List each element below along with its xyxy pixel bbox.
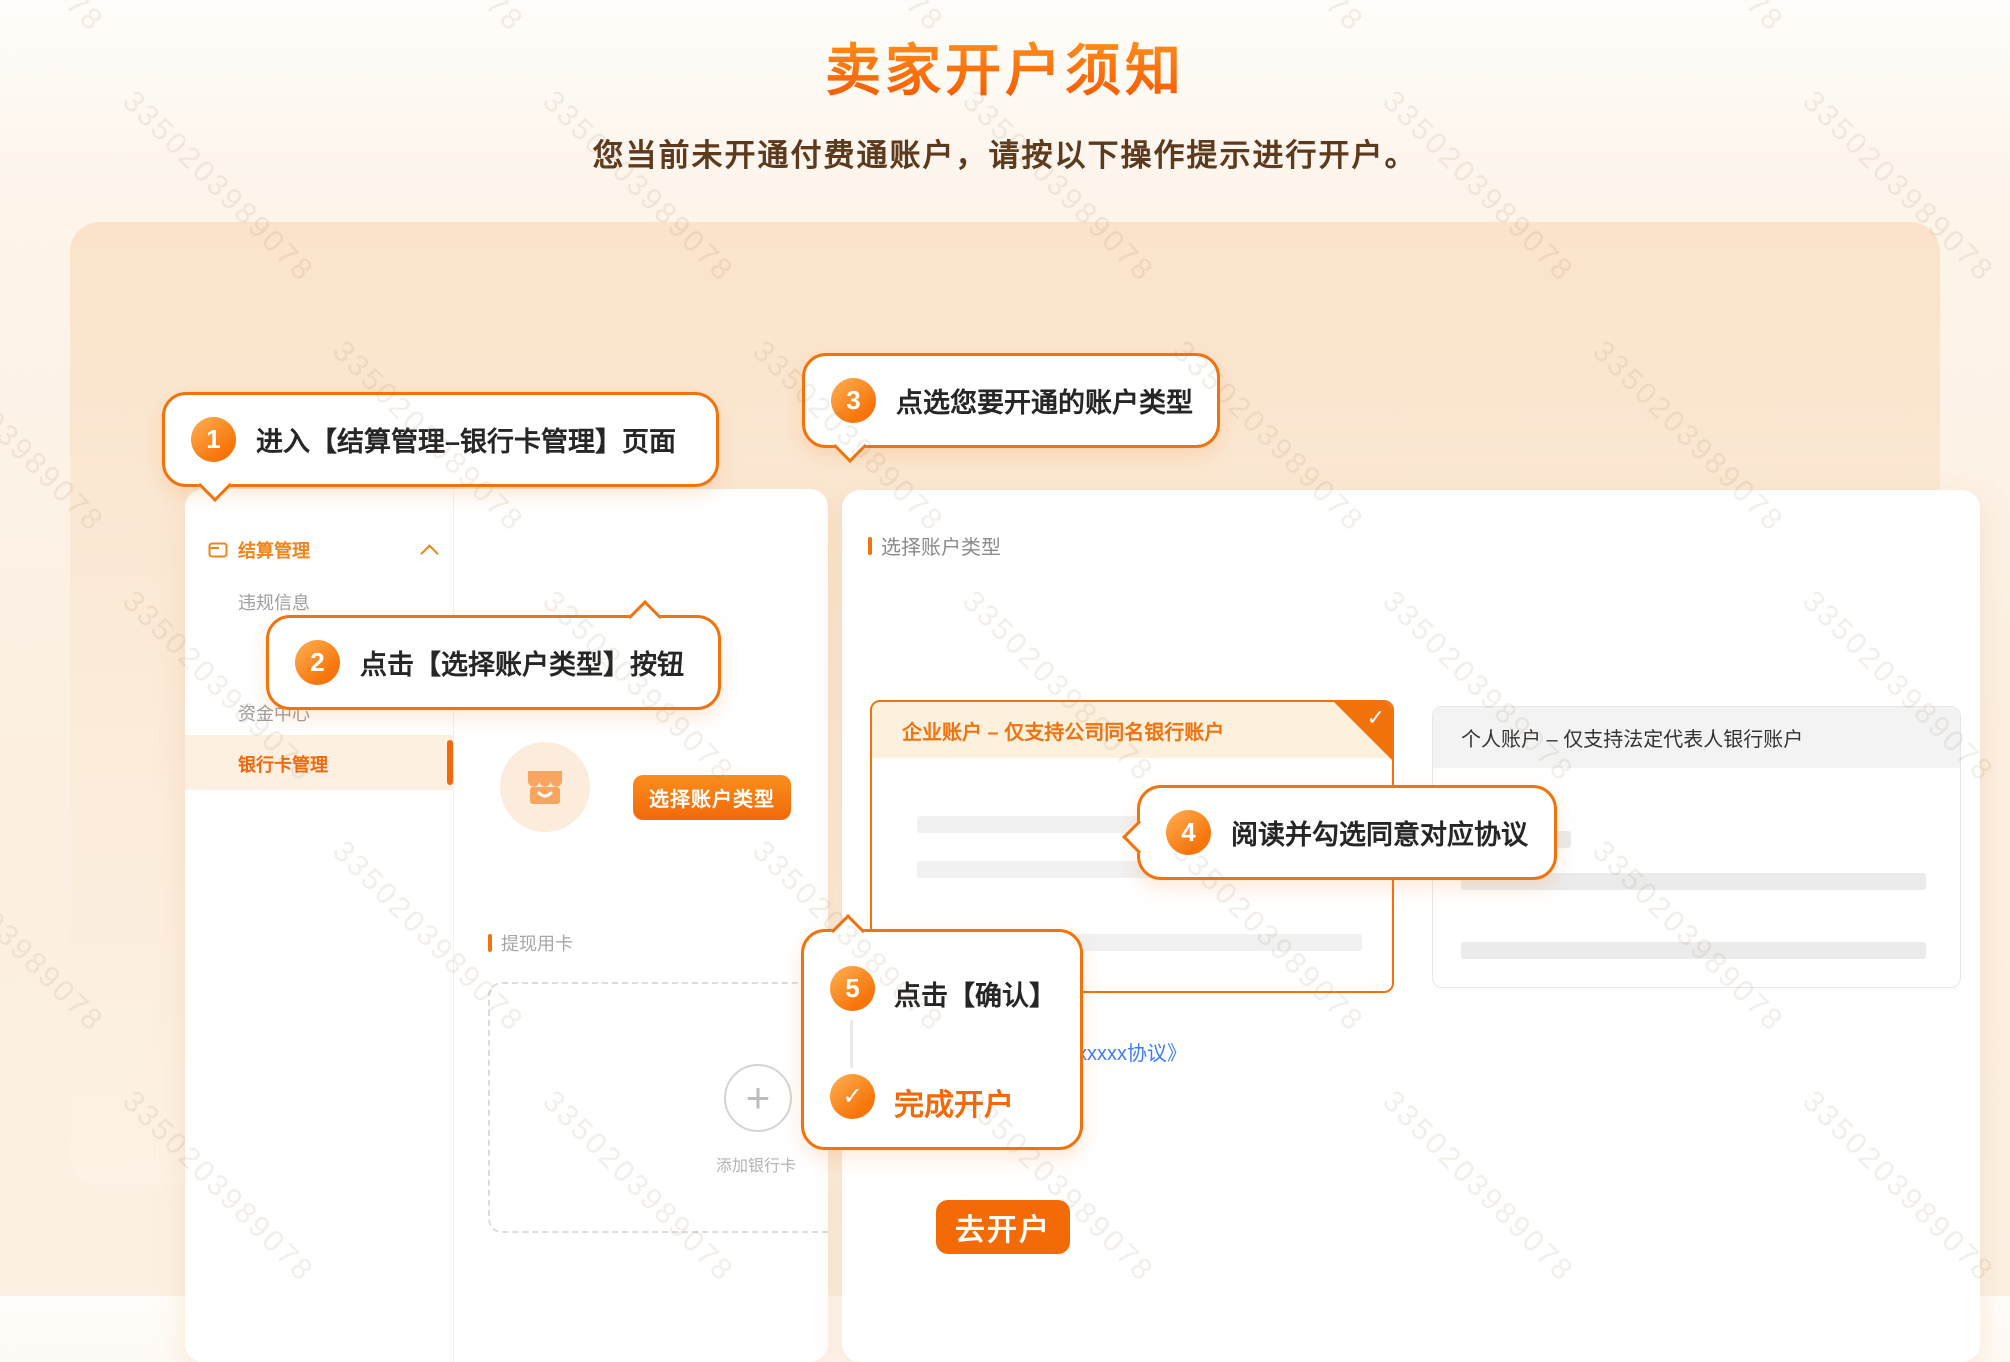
- sidebar-group-settlement[interactable]: 结算管理: [208, 537, 448, 563]
- select-account-type-button[interactable]: 选择账户类型: [633, 775, 791, 820]
- step-3-badge: 3: [831, 378, 876, 423]
- step-2-badge: 2: [295, 640, 340, 685]
- step-4-text: 阅读并勾选同意对应协议: [1231, 813, 1528, 852]
- check-icon: ✓: [842, 1082, 862, 1111]
- personal-card-title: 个人账户 – 仅支持法定代表人银行账户: [1433, 707, 1960, 768]
- step-2-text: 点击【选择账户类型】按钮: [360, 643, 684, 682]
- step-4-callout: 4 阅读并勾选同意对应协议: [1137, 785, 1557, 880]
- billing-card-icon: [208, 540, 228, 560]
- sidebar-group-label: 结算管理: [238, 537, 310, 563]
- account-type-header: 选择账户类型: [868, 531, 1001, 560]
- open-account-cta-button[interactable]: 去开户: [936, 1200, 1070, 1254]
- account-type-header-label: 选择账户类型: [881, 531, 1001, 560]
- step-1-callout: 1 进入【结算管理–银行卡管理】页面: [162, 392, 719, 487]
- done-text: 完成开户: [894, 1080, 1014, 1124]
- done-check-icon: ✓: [830, 1074, 875, 1119]
- step-3-callout: 3 点选您要开通的账户类型: [802, 353, 1220, 448]
- step-5-text: 点击【确认】: [894, 974, 1056, 1013]
- placeholder-bar: [1461, 942, 1926, 959]
- sidebar-item-bankcard[interactable]: 银行卡管理: [185, 735, 453, 790]
- page-title: 卖家开户须知: [0, 26, 2010, 107]
- storefront-icon: [521, 763, 569, 811]
- step-1-badge: 1: [191, 417, 236, 462]
- add-bankcard-label: 添加银行卡: [676, 1152, 828, 1176]
- section-accent-bar: [488, 934, 492, 952]
- check-icon: ✓: [1367, 705, 1385, 731]
- enterprise-card-title: 企业账户 – 仅支持公司同名银行账户: [872, 702, 1392, 758]
- step-4-badge: 4: [1166, 810, 1211, 855]
- step-2-callout: 2 点击【选择账户类型】按钮: [266, 615, 721, 710]
- watermark-text: 3350203989078: [2005, 335, 2010, 540]
- step-5-callout: 5 点击【确认】 ✓ 完成开户: [801, 929, 1083, 1150]
- step-connector-line: [850, 1020, 853, 1068]
- sidebar-item-bankcard-label: 银行卡管理: [238, 751, 328, 777]
- active-indicator-bar: [447, 740, 453, 785]
- sidebar-item-violation[interactable]: 违规信息: [238, 589, 310, 615]
- step-5-badge: 5: [830, 966, 875, 1011]
- section-accent-bar: [868, 537, 872, 555]
- withdraw-card-section: 提现用卡: [488, 930, 573, 956]
- step-3-text: 点选您要开通的账户类型: [896, 381, 1193, 420]
- withdraw-card-label: 提现用卡: [501, 930, 573, 956]
- watermark-text: 3350203989078: [2005, 835, 2010, 1040]
- store-avatar: [500, 742, 590, 832]
- page-subtitle: 您当前未开通付费通账户，请按以下操作提示进行开户。: [0, 130, 2010, 175]
- add-plus-icon[interactable]: +: [724, 1064, 792, 1132]
- step-1-text: 进入【结算管理–银行卡管理】页面: [256, 420, 676, 459]
- page-canvas: 卖家开户须知 您当前未开通付费通账户，请按以下操作提示进行开户。 结算管理 违规…: [0, 0, 2010, 1296]
